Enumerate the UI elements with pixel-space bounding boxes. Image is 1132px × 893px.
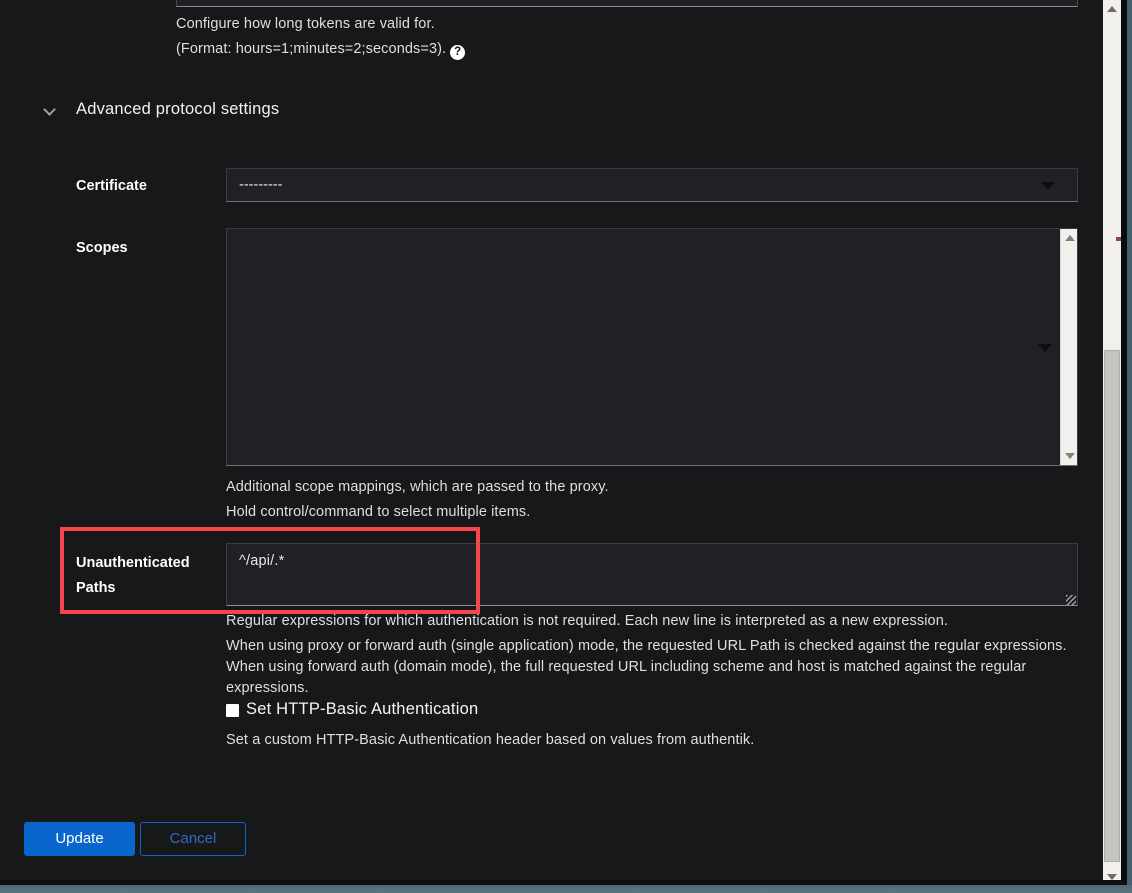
cancel-button[interactable]: Cancel (140, 822, 246, 856)
settings-form-page: Configure how long tokens are valid for.… (0, 0, 1132, 893)
token-validity-format-text: (Format: hours=1;minutes=2;seconds=3). (176, 41, 446, 57)
window-edge-right (1127, 0, 1132, 893)
page-scrollbar-thumb[interactable] (1104, 350, 1120, 862)
unauthenticated-paths-label: Unauthenticated Paths (76, 551, 226, 600)
certificate-select[interactable]: --------- (226, 168, 1078, 202)
unauthenticated-paths-help-1: Regular expressions for which authentica… (226, 611, 948, 632)
scopes-label: Scopes (76, 236, 128, 260)
token-validity-input[interactable] (176, 0, 1078, 7)
caret-down-icon (1041, 182, 1055, 190)
http-basic-checkbox-label[interactable]: Set HTTP-Basic Authentication (246, 700, 478, 719)
section-title-advanced-protocol-settings[interactable]: Advanced protocol settings (76, 100, 279, 119)
scopes-help-1: Additional scope mappings, which are pas… (226, 477, 609, 498)
scroll-up-icon[interactable] (1065, 235, 1075, 241)
scopes-scrollbar[interactable] (1060, 229, 1077, 465)
token-validity-help-1: Configure how long tokens are valid for. (176, 14, 435, 35)
textarea-resize-grip-icon[interactable] (1066, 595, 1076, 605)
question-circle-icon[interactable]: ? (450, 45, 465, 60)
token-validity-help-2: (Format: hours=1;minutes=2;seconds=3).? (176, 39, 465, 60)
chevron-down-icon[interactable] (43, 103, 56, 116)
window-edge-bottom (0, 885, 1132, 893)
scopes-multiselect[interactable] (226, 228, 1078, 466)
scroll-up-icon[interactable] (1107, 6, 1117, 12)
http-basic-checkbox[interactable] (226, 704, 239, 717)
http-basic-help: Set a custom HTTP-Basic Authentication h… (226, 730, 754, 751)
scroll-down-icon[interactable] (1065, 453, 1075, 459)
caret-down-icon (1038, 344, 1052, 352)
unauthenticated-paths-help-2: When using proxy or forward auth (single… (226, 636, 1071, 699)
scopes-help-2: Hold control/command to select multiple … (226, 502, 530, 523)
certificate-selected-value: --------- (239, 177, 282, 193)
certificate-label: Certificate (76, 174, 147, 198)
update-button[interactable]: Update (24, 822, 135, 856)
unauthenticated-paths-textarea[interactable]: ^/api/.* (226, 543, 1078, 606)
